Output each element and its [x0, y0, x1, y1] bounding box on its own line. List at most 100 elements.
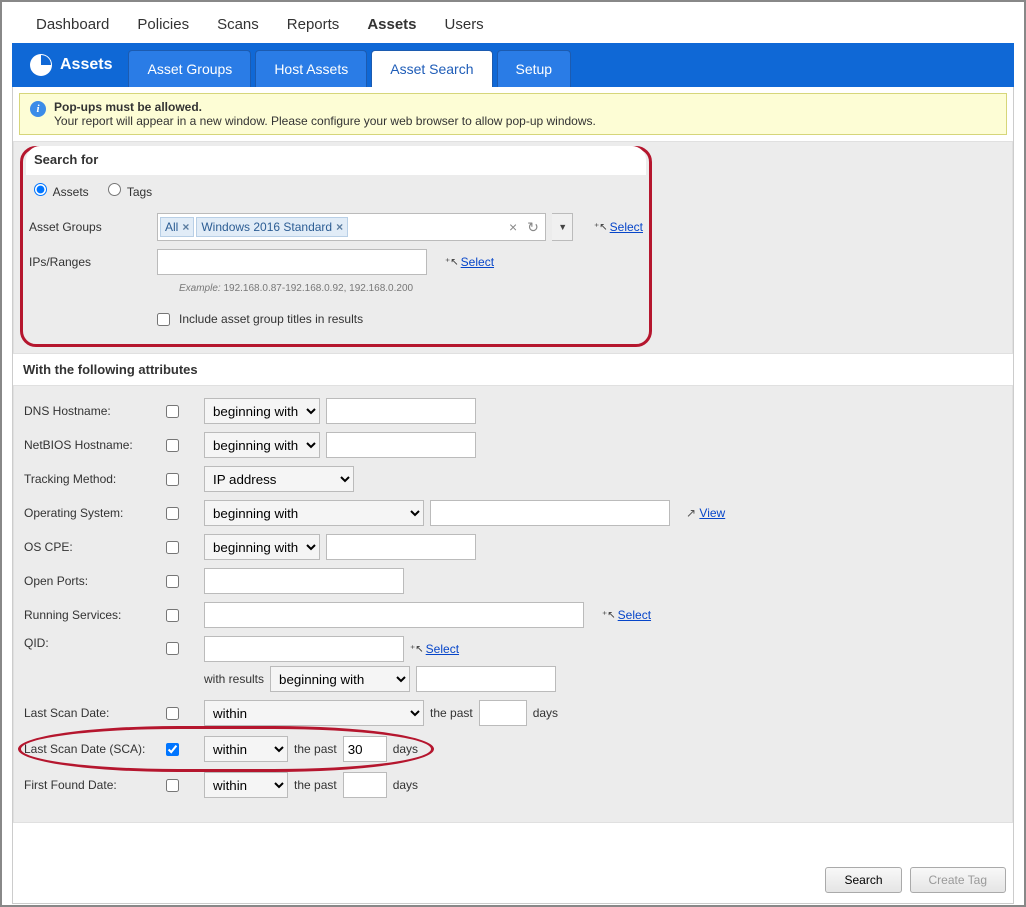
- oscpe-checkbox[interactable]: [166, 541, 179, 554]
- asset-groups-dropdown[interactable]: ▼: [552, 213, 573, 241]
- radio-assets[interactable]: Assets: [29, 180, 89, 199]
- lastscan-sca-op-select[interactable]: within: [204, 736, 288, 762]
- os-value-input[interactable]: [430, 500, 670, 526]
- netbios-checkbox[interactable]: [166, 439, 179, 452]
- ips-example-text: Example: 192.168.0.87-192.168.0.92, 192.…: [179, 283, 643, 294]
- nav-assets[interactable]: Assets: [367, 16, 416, 33]
- external-icon: ↗: [686, 506, 696, 520]
- qid-value2-input[interactable]: [416, 666, 556, 692]
- services-input[interactable]: [204, 602, 584, 628]
- openports-input[interactable]: [204, 568, 404, 594]
- qid-with-results-label: with results: [204, 672, 264, 686]
- ips-ranges-select-link[interactable]: ⁺↖Select: [445, 255, 494, 269]
- module-title: Assets: [60, 56, 112, 74]
- search-button[interactable]: Search: [825, 867, 901, 893]
- nav-scans[interactable]: Scans: [217, 16, 259, 33]
- lastscan-sca-thepast: the past: [294, 742, 337, 756]
- qid-checkbox[interactable]: [166, 642, 179, 655]
- attributes-panel: DNS Hostname: beginning with NetBIOS Hos…: [13, 385, 1013, 823]
- chip-all-remove-icon[interactable]: ×: [182, 220, 189, 234]
- nav-dashboard[interactable]: Dashboard: [36, 16, 109, 33]
- asset-groups-label: Asset Groups: [29, 220, 151, 234]
- qid-op-select[interactable]: beginning with: [270, 666, 410, 692]
- firstfound-days: days: [393, 778, 418, 792]
- tracking-checkbox[interactable]: [166, 473, 179, 486]
- lastscan-sca-checkbox[interactable]: [166, 743, 179, 756]
- services-label: Running Services:: [24, 608, 156, 622]
- asset-groups-row: Asset Groups All × Windows 2016 Standard…: [29, 209, 643, 245]
- os-checkbox[interactable]: [166, 507, 179, 520]
- netbios-op-select[interactable]: beginning with: [204, 432, 320, 458]
- tab-setup[interactable]: Setup: [497, 50, 572, 87]
- banner-title: Pop-ups must be allowed.: [54, 100, 596, 114]
- lastscan-thepast: the past: [430, 706, 473, 720]
- firstfound-thepast: the past: [294, 778, 337, 792]
- os-label: Operating System:: [24, 506, 156, 520]
- qid-label: QID:: [24, 636, 156, 650]
- tab-asset-search[interactable]: Asset Search: [371, 50, 492, 87]
- services-checkbox[interactable]: [166, 609, 179, 622]
- oscpe-value-input[interactable]: [326, 534, 476, 560]
- search-for-title: Search for: [32, 148, 640, 173]
- cursor-icon: ⁺↖: [445, 257, 459, 268]
- firstfound-op-select[interactable]: within: [204, 772, 288, 798]
- firstfound-checkbox[interactable]: [166, 779, 179, 792]
- os-op-select[interactable]: beginning with: [204, 500, 424, 526]
- lastscan-sca-value-input[interactable]: [343, 736, 387, 762]
- nav-policies[interactable]: Policies: [137, 16, 189, 33]
- search-for-panel: Search for Assets Tags Asset Groups All …: [20, 146, 652, 347]
- netbios-label: NetBIOS Hostname:: [24, 438, 156, 452]
- qid-select-link[interactable]: ⁺↖Select: [410, 642, 459, 656]
- asset-groups-select-link[interactable]: ⁺↖Select: [594, 220, 643, 234]
- qid-input[interactable]: [204, 636, 404, 662]
- dns-value-input[interactable]: [326, 398, 476, 424]
- popup-banner: i Pop-ups must be allowed. Your report w…: [19, 93, 1007, 135]
- module-brand: Assets: [30, 43, 128, 87]
- attributes-title: With the following attributes: [13, 354, 1013, 385]
- tab-host-assets[interactable]: Host Assets: [255, 50, 367, 87]
- nav-reports[interactable]: Reports: [287, 16, 340, 33]
- tab-asset-groups[interactable]: Asset Groups: [128, 50, 251, 87]
- dns-label: DNS Hostname:: [24, 404, 156, 418]
- dns-op-select[interactable]: beginning with: [204, 398, 320, 424]
- tracking-op-select[interactable]: IP address: [204, 466, 354, 492]
- top-nav: Dashboard Policies Scans Reports Assets …: [2, 2, 1024, 43]
- dns-checkbox[interactable]: [166, 405, 179, 418]
- ips-ranges-label: IPs/Ranges: [29, 255, 151, 269]
- refresh-icon[interactable]: ↻: [523, 219, 543, 236]
- lastscan-days: days: [533, 706, 558, 720]
- cursor-icon: ⁺↖: [594, 222, 608, 233]
- ips-ranges-input[interactable]: [157, 249, 427, 275]
- firstfound-value-input[interactable]: [343, 772, 387, 798]
- openports-checkbox[interactable]: [166, 575, 179, 588]
- footer-actions: Search Create Tag: [825, 867, 1006, 893]
- clear-icon[interactable]: ×: [505, 219, 521, 235]
- chevron-down-icon: ▼: [556, 222, 567, 232]
- chip-win-remove-icon[interactable]: ×: [336, 220, 343, 234]
- lastscan-op-select[interactable]: within: [204, 700, 424, 726]
- info-icon: i: [30, 101, 46, 117]
- firstfound-label: First Found Date:: [24, 778, 156, 792]
- oscpe-label: OS CPE:: [24, 540, 156, 554]
- services-select-link[interactable]: ⁺↖Select: [602, 608, 651, 622]
- asset-groups-input[interactable]: All × Windows 2016 Standard × × ↻: [157, 213, 546, 241]
- tracking-label: Tracking Method:: [24, 472, 156, 486]
- ips-ranges-row: IPs/Ranges ⁺↖Select: [29, 245, 643, 279]
- chip-all[interactable]: All ×: [160, 217, 194, 237]
- lastscan-value-input[interactable]: [479, 700, 527, 726]
- lastscan-checkbox[interactable]: [166, 707, 179, 720]
- oscpe-op-select[interactable]: beginning with: [204, 534, 320, 560]
- include-titles-checkbox[interactable]: [157, 313, 170, 326]
- netbios-value-input[interactable]: [326, 432, 476, 458]
- create-tag-button[interactable]: Create Tag: [910, 867, 1006, 893]
- include-titles-row: Include asset group titles in results: [153, 304, 643, 334]
- cursor-icon: ⁺↖: [410, 644, 424, 655]
- chip-windows-2016[interactable]: Windows 2016 Standard ×: [196, 217, 348, 237]
- nav-users[interactable]: Users: [445, 16, 484, 33]
- radio-tags[interactable]: Tags: [103, 180, 152, 199]
- os-view-link[interactable]: ↗ View: [686, 506, 725, 520]
- lastscan-sca-days: days: [393, 742, 418, 756]
- content-area: i Pop-ups must be allowed. Your report w…: [12, 87, 1014, 904]
- banner-text: Your report will appear in a new window.…: [54, 114, 596, 128]
- lastscan-sca-label: Last Scan Date (SCA):: [24, 742, 156, 756]
